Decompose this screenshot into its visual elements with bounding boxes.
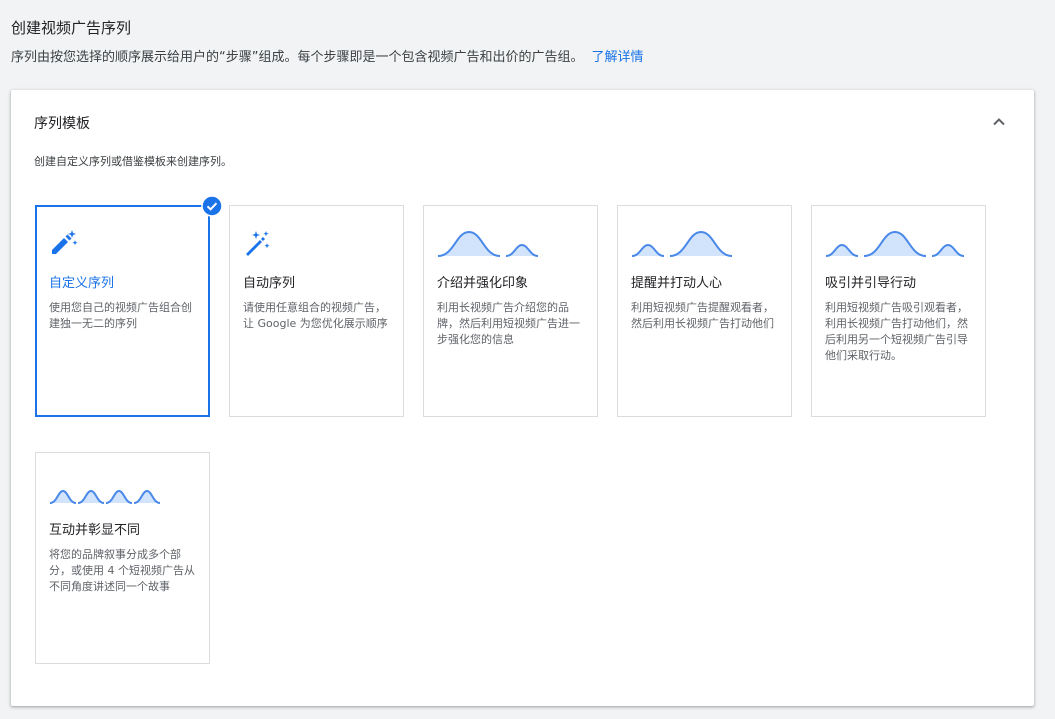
template-description: 利用长视频广告介绍您的品牌，然后利用短视频广告进一步强化您的信息 bbox=[437, 301, 580, 346]
panel-title: 序列模板 bbox=[34, 116, 90, 132]
template-card-custom[interactable]: 自定义序列 使用您自己的视频广告组合创建独一无二的序列 bbox=[35, 195, 223, 417]
template-card-attract-guide[interactable]: 吸引并引导行动 利用短视频广告吸引观看者，利用长视频广告打动他们，然后利用另一个… bbox=[811, 205, 986, 417]
check-circle-icon bbox=[201, 195, 223, 217]
collapse-button[interactable] bbox=[987, 110, 1011, 134]
template-card-remind-engage[interactable]: 提醒并打动人心 利用短视频广告提醒观看者，然后利用长视频广告打动他们 bbox=[617, 205, 792, 417]
page: 创建视频广告序列 序列由按您选择的顺序展示给用户的“步骤”组成。每个步骤即是一个… bbox=[0, 0, 1055, 719]
four-short-waves-icon bbox=[49, 489, 161, 504]
panel-hint: 创建自定义序列或借鉴模板来创建序列。 bbox=[34, 155, 232, 168]
template-description: 利用短视频广告提醒观看者，然后利用长视频广告打动他们 bbox=[631, 301, 774, 330]
chevron-up-icon bbox=[993, 118, 1005, 126]
magic-wand-icon bbox=[246, 231, 270, 256]
sequence-templates-panel: 序列模板 创建自定义序列或借鉴模板来创建序列。 自定义序列 使用您自己的视频广告… bbox=[11, 90, 1034, 706]
template-title: 自定义序列 bbox=[49, 276, 115, 291]
template-description: 将您的品牌叙事分成多个部分，或使用 4 个短视频广告从不同角度讲述同一个故事 bbox=[49, 548, 195, 593]
page-description-text: 序列由按您选择的顺序展示给用户的“步骤”组成。每个步骤即是一个包含视频广告和出价… bbox=[11, 50, 584, 65]
template-description: 请使用任意组合的视频广告，让 Google 为您优化展示顺序 bbox=[243, 301, 388, 330]
template-card-auto[interactable]: 自动序列 请使用任意组合的视频广告，让 Google 为您优化展示顺序 bbox=[229, 205, 404, 417]
long-short-wave-icon bbox=[437, 230, 539, 257]
template-title: 介绍并强化印象 bbox=[437, 276, 529, 291]
short-long-short-wave-icon bbox=[825, 230, 965, 257]
template-card-interact-differentiate[interactable]: 互动并彰显不同 将您的品牌叙事分成多个部分，或使用 4 个短视频广告从不同角度讲… bbox=[35, 452, 210, 664]
learn-more-link[interactable]: 了解详情 bbox=[591, 50, 643, 65]
template-title: 吸引并引导行动 bbox=[825, 276, 917, 291]
page-title: 创建视频广告序列 bbox=[11, 19, 132, 37]
template-title: 互动并彰显不同 bbox=[49, 523, 141, 538]
short-long-wave-icon bbox=[631, 230, 733, 257]
template-title: 自动序列 bbox=[243, 276, 296, 291]
template-title: 提醒并打动人心 bbox=[631, 276, 723, 291]
page-description: 序列由按您选择的顺序展示给用户的“步骤”组成。每个步骤即是一个包含视频广告和出价… bbox=[11, 46, 644, 65]
template-description: 使用您自己的视频广告组合创建独一无二的序列 bbox=[49, 301, 192, 330]
edit-sparkle-icon bbox=[52, 230, 78, 254]
template-card-introduce-reinforce[interactable]: 介绍并强化印象 利用长视频广告介绍您的品牌，然后利用短视频广告进一步强化您的信息 bbox=[423, 205, 598, 417]
template-description: 利用短视频广告吸引观看者，利用长视频广告打动他们，然后利用另一个短视频广告引导他… bbox=[825, 301, 968, 362]
